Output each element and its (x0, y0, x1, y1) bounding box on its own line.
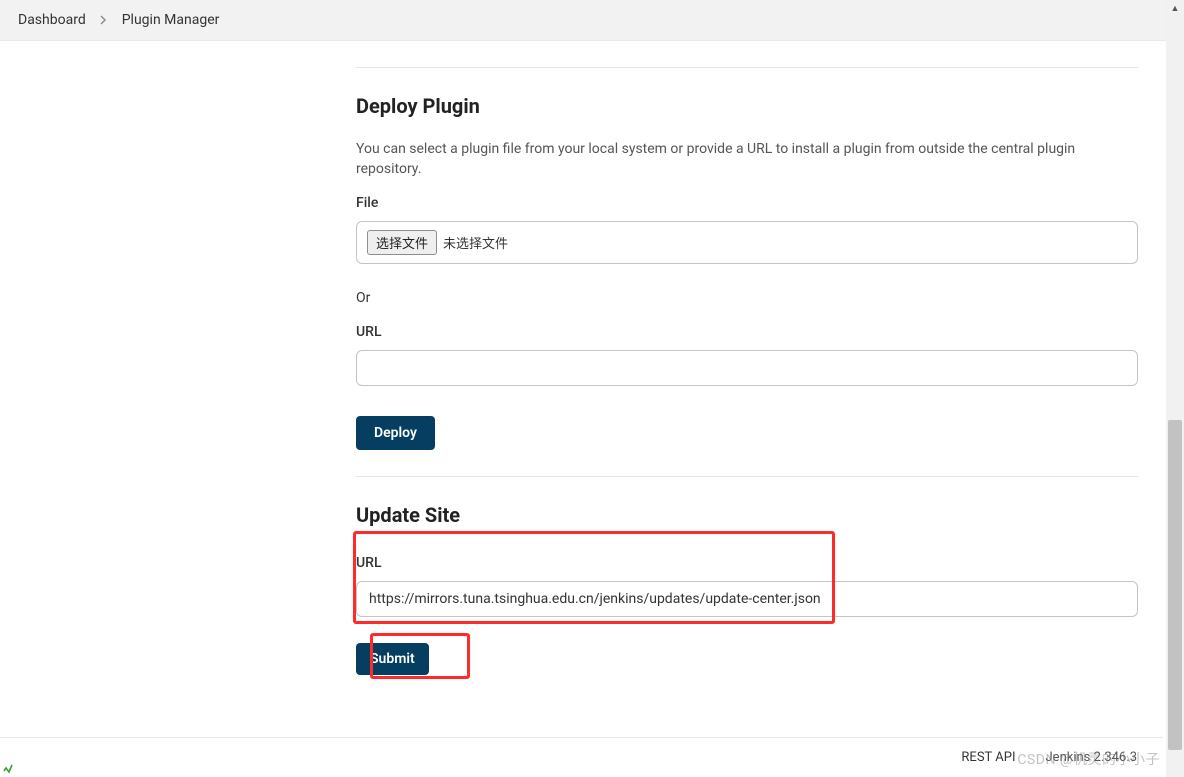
update-site-url-input[interactable] (356, 581, 1138, 617)
main-content: Deploy Plugin You can select a plugin fi… (356, 41, 1138, 675)
update-site-title: Update Site (356, 503, 1138, 527)
jenkins-version: Jenkins 2.346.3 (1046, 750, 1138, 765)
deploy-plugin-title: Deploy Plugin (356, 94, 1138, 118)
divider (356, 67, 1138, 68)
file-input-row[interactable]: 选择文件 未选择文件 (356, 221, 1138, 264)
divider (356, 476, 1138, 477)
breadcrumb-bar: Dashboard Plugin Manager (0, 0, 1184, 41)
update-site-url-label: URL (356, 555, 1138, 571)
deploy-url-input[interactable] (356, 350, 1138, 386)
choose-file-button[interactable]: 选择文件 (367, 230, 437, 255)
chevron-right-icon (100, 15, 108, 25)
deploy-plugin-description: You can select a plugin file from your l… (356, 140, 1138, 179)
deploy-button[interactable]: Deploy (356, 416, 435, 450)
deploy-url-label: URL (356, 324, 1138, 340)
footer: REST API Jenkins 2.346.3 (0, 737, 1163, 777)
breadcrumb-plugin-manager[interactable]: Plugin Manager (122, 12, 220, 28)
file-label: File (356, 195, 1138, 211)
rest-api-link[interactable]: REST API (961, 750, 1015, 765)
or-label: Or (356, 290, 1138, 306)
submit-button[interactable]: Submit (356, 643, 429, 675)
status-check-icon (3, 764, 13, 774)
file-status-text: 未选择文件 (443, 233, 508, 252)
scrollbar-thumb[interactable] (1168, 420, 1182, 750)
scrollbar-track[interactable]: ▲ (1166, 0, 1184, 777)
scroll-up-icon[interactable]: ▲ (1166, 0, 1184, 16)
breadcrumb-dashboard[interactable]: Dashboard (18, 12, 86, 28)
